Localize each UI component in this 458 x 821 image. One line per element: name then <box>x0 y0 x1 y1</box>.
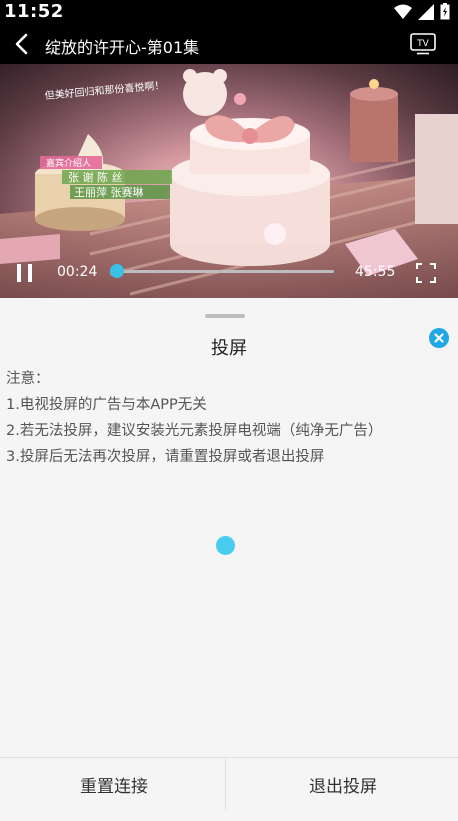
close-icon <box>434 333 444 343</box>
note-item: 2.若无法投屏，建议安装光元素投屏电视端（纯净无广告） <box>6 423 383 439</box>
note-item: 3.投屏后无法再次投屏，请重置投屏或者退出投屏 <box>6 449 325 465</box>
seek-bar[interactable] <box>116 270 334 273</box>
cast-sheet: 投屏 注意： 1.电视投屏的广告与本APP无关 2.若无法投屏，建议安装光元素投… <box>0 298 458 820</box>
wifi-icon <box>394 4 412 19</box>
status-bar: 11:52 <box>0 0 458 24</box>
credits-header: 嘉宾介绍人 <box>46 157 91 169</box>
status-icons <box>394 3 450 20</box>
loading-spinner <box>216 536 235 555</box>
tv-cast-icon[interactable]: TV <box>410 33 436 55</box>
video-title: 绽放的许开心-第01集 <box>45 38 200 57</box>
back-arrow-icon[interactable] <box>10 32 34 56</box>
battery-icon <box>440 3 450 20</box>
note-heading: 注意： <box>6 371 50 387</box>
fullscreen-icon[interactable] <box>415 262 437 284</box>
note-item: 1.电视投屏的广告与本APP无关 <box>6 397 207 413</box>
total-time: 45:55 <box>355 264 396 280</box>
video-caption: 但美好回归和那份喜悦啊！ <box>44 79 165 102</box>
pause-icon[interactable] <box>14 262 36 284</box>
drag-handle[interactable] <box>205 314 245 318</box>
exit-cast-button[interactable]: 退出投屏 <box>229 758 457 810</box>
credits-row-2: 王丽萍 张赛琳 <box>74 185 144 199</box>
current-time: 00:24 <box>57 264 98 280</box>
title-bar: 绽放的许开心-第01集 TV <box>0 24 458 64</box>
status-time: 11:52 <box>4 1 64 22</box>
notes: 注意： 1.电视投屏的广告与本APP无关 2.若无法投屏，建议安装光元素投屏电视… <box>6 366 382 470</box>
footer-divider <box>225 758 226 810</box>
seek-thumb[interactable] <box>110 264 125 278</box>
video-controls: 00:24 45:55 <box>0 258 458 298</box>
sheet-title: 投屏 <box>211 338 247 359</box>
signal-icon <box>418 3 434 20</box>
credits-row-1: 张 谢 陈 丝 <box>68 170 123 184</box>
svg-text:TV: TV <box>416 39 429 49</box>
footer: 重置连接 退出投屏 <box>0 757 458 821</box>
reset-connection-button[interactable]: 重置连接 <box>0 758 228 810</box>
close-button[interactable] <box>429 328 449 348</box>
